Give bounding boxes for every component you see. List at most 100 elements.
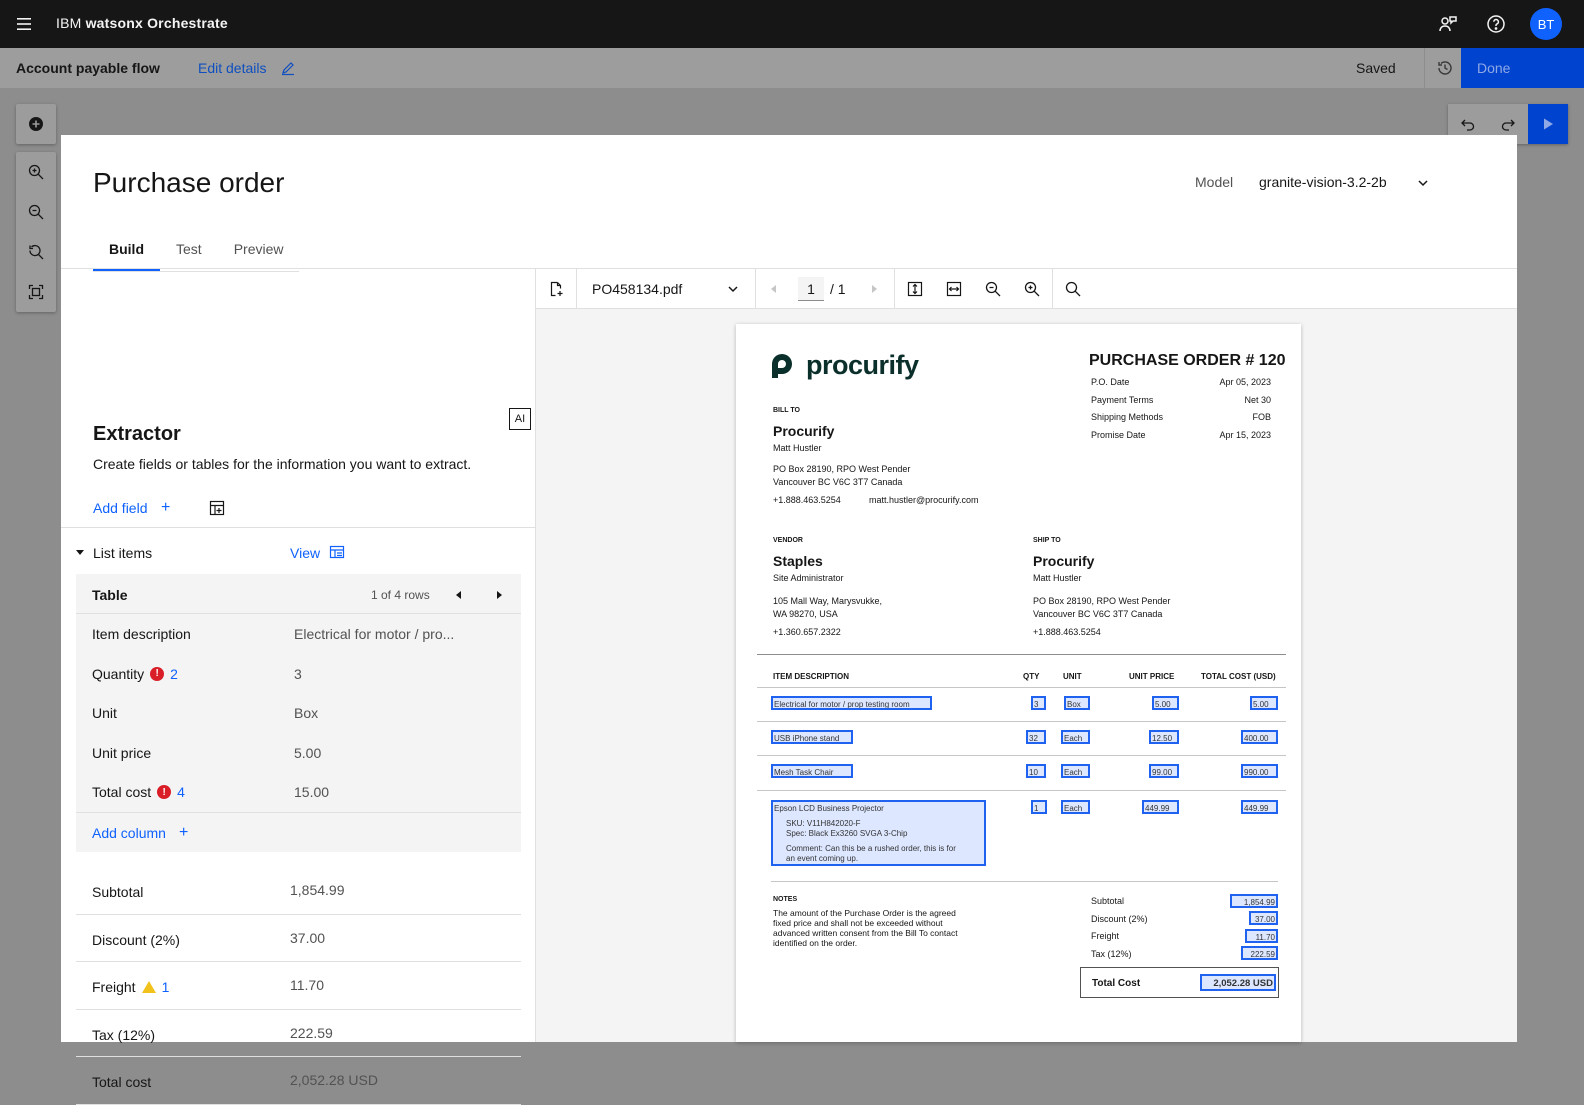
error-count[interactable]: 2: [170, 666, 178, 682]
tab-preview[interactable]: Preview: [218, 239, 300, 271]
vendor-contact: Site Administrator: [773, 573, 844, 583]
tab-build[interactable]: Build: [93, 239, 160, 271]
field-row-item-description[interactable]: Item description Electrical for motor / …: [76, 614, 521, 654]
document-name: PO458134.pdf: [592, 281, 683, 297]
zoom-in-canvas-button[interactable]: [16, 152, 56, 192]
run-button[interactable]: [1528, 104, 1568, 144]
highlight-unit-price[interactable]: 12.50: [1149, 730, 1179, 744]
next-page-button[interactable]: [854, 269, 894, 309]
warning-count[interactable]: 1: [162, 979, 170, 995]
highlight-qty[interactable]: 10: [1026, 764, 1046, 778]
ai-badge[interactable]: AI: [509, 408, 531, 430]
table-view-icon[interactable]: [329, 544, 345, 560]
add-node-button[interactable]: [16, 104, 56, 144]
meta-value: FOB: [1252, 412, 1271, 422]
caret-right-icon[interactable]: [497, 591, 502, 599]
field-label: Item description: [92, 626, 191, 642]
help-icon[interactable]: [1484, 12, 1508, 36]
highlight-qty[interactable]: 3: [1031, 696, 1046, 710]
doc-freight-label: Freight: [1091, 931, 1120, 941]
caret-down-icon[interactable]: [76, 550, 84, 555]
highlight-item-description-multiline[interactable]: Epson LCD Business Projector SKU: V11H84…: [771, 800, 986, 866]
field-row-unit[interactable]: Unit Box: [76, 693, 521, 733]
highlight-unit[interactable]: Each: [1061, 800, 1090, 814]
divider-line: [757, 790, 1286, 791]
upload-document-button[interactable]: [536, 269, 576, 309]
hamburger-menu-icon[interactable]: [12, 12, 36, 36]
field-row-total-cost[interactable]: Total cost! 4 15.00: [76, 772, 521, 812]
highlight-unit[interactable]: Each: [1061, 764, 1090, 778]
meta-key: Shipping Methods: [1091, 412, 1164, 422]
summary-fields: Subtotal 1,854.99 Discount (2%) 37.00 Fr…: [76, 867, 521, 1105]
add-field-button[interactable]: Add field: [93, 500, 147, 516]
assistant-icon[interactable]: [1436, 12, 1460, 36]
add-table-icon[interactable]: [209, 500, 225, 516]
add-icon[interactable]: +: [179, 824, 188, 842]
tab-test[interactable]: Test: [160, 239, 218, 271]
view-link[interactable]: View: [290, 545, 320, 561]
highlight-item-description[interactable]: Mesh Task Chair: [771, 764, 853, 778]
list-items-label[interactable]: List items: [93, 545, 152, 561]
history-icon: [1436, 59, 1454, 77]
fit-to-screen-button[interactable]: [16, 272, 56, 312]
product-name[interactable]: IBM watsonx Orchestrate: [56, 15, 228, 31]
summary-row-discount[interactable]: Discount (2%) 37.00: [76, 915, 521, 962]
col-item-description: ITEM DESCRIPTION: [773, 672, 850, 681]
reset-zoom-button[interactable]: [16, 232, 56, 272]
highlight-total[interactable]: 400.00: [1241, 730, 1278, 744]
user-avatar[interactable]: BT: [1530, 8, 1562, 40]
zoom-in-button[interactable]: [1012, 269, 1052, 309]
field-row-unit-price[interactable]: Unit price 5.00: [76, 733, 521, 773]
highlight-freight[interactable]: 11.70: [1245, 929, 1278, 943]
zoom-out-button[interactable]: [973, 269, 1013, 309]
fit-height-button[interactable]: [894, 269, 934, 309]
highlight-unit-price[interactable]: 5.00: [1152, 696, 1179, 710]
caret-left-icon[interactable]: [456, 591, 461, 599]
highlight-qty[interactable]: 32: [1026, 730, 1046, 744]
bill-to-email: matt.hustler@procurify.com: [869, 495, 979, 505]
doc-tax-label: Tax (12%): [1091, 949, 1132, 959]
highlight-total[interactable]: 449.99: [1241, 800, 1278, 814]
ship-to-label: SHIP TO: [1033, 537, 1061, 544]
page-number-input[interactable]: 1: [798, 277, 824, 301]
zoom-out-canvas-button[interactable]: [16, 192, 56, 232]
model-dropdown[interactable]: granite-vision-3.2-2b: [1259, 174, 1387, 190]
add-column-button[interactable]: Add column: [92, 825, 166, 841]
summary-row-total-cost[interactable]: Total cost 2,052.28 USD: [76, 1057, 521, 1105]
field-row-quantity[interactable]: Quantity! 2 3: [76, 654, 521, 694]
error-count[interactable]: 4: [177, 784, 185, 800]
highlight-total[interactable]: 5.00: [1250, 696, 1278, 710]
highlight-item-description[interactable]: USB iPhone stand: [771, 730, 853, 744]
highlight-unit[interactable]: Each: [1061, 730, 1090, 744]
summary-row-freight[interactable]: Freight 1 11.70: [76, 962, 521, 1010]
summary-row-subtotal[interactable]: Subtotal 1,854.99: [76, 867, 521, 915]
document-dropdown[interactable]: PO458134.pdf: [576, 269, 756, 309]
highlight-unit-price[interactable]: 449.99: [1142, 800, 1179, 814]
highlight-unit[interactable]: Box: [1064, 696, 1090, 710]
highlight-discount[interactable]: 37.00: [1249, 911, 1278, 925]
highlight-qty[interactable]: 1: [1031, 800, 1047, 814]
summary-value: 2,052.28 USD: [290, 1072, 378, 1088]
po-meta-row: Promise Date Apr 15, 2023: [1091, 430, 1271, 448]
save-status: Saved: [1356, 60, 1396, 76]
highlight-total-cost[interactable]: 2,052.28 USD: [1200, 974, 1276, 991]
done-button[interactable]: Done: [1461, 48, 1584, 88]
doc-subtotal-label: Subtotal: [1091, 896, 1125, 906]
summary-row-tax[interactable]: Tax (12%) 222.59: [76, 1010, 521, 1057]
edit-details-link[interactable]: Edit details: [198, 60, 266, 76]
highlight-tax[interactable]: 222.59: [1241, 946, 1278, 960]
highlight-item-description[interactable]: Electrical for motor / prop testing room: [771, 696, 932, 710]
meta-value: Apr 05, 2023: [1219, 377, 1271, 387]
summary-label: Tax (12%): [92, 1026, 156, 1043]
highlight-subtotal[interactable]: 1,854.99: [1230, 894, 1278, 908]
add-icon[interactable]: +: [161, 500, 170, 516]
fit-width-button[interactable]: [934, 269, 974, 309]
pencil-icon[interactable]: [280, 60, 296, 76]
search-document-button[interactable]: [1052, 269, 1092, 309]
row-pagination-status: 1 of 4 rows: [371, 588, 430, 602]
previous-page-button[interactable]: [754, 269, 794, 309]
highlight-total[interactable]: 990.00: [1241, 764, 1278, 778]
chevron-down-icon[interactable]: [1415, 175, 1431, 191]
version-history-button[interactable]: [1424, 48, 1464, 88]
highlight-unit-price[interactable]: 99.00: [1149, 764, 1179, 778]
